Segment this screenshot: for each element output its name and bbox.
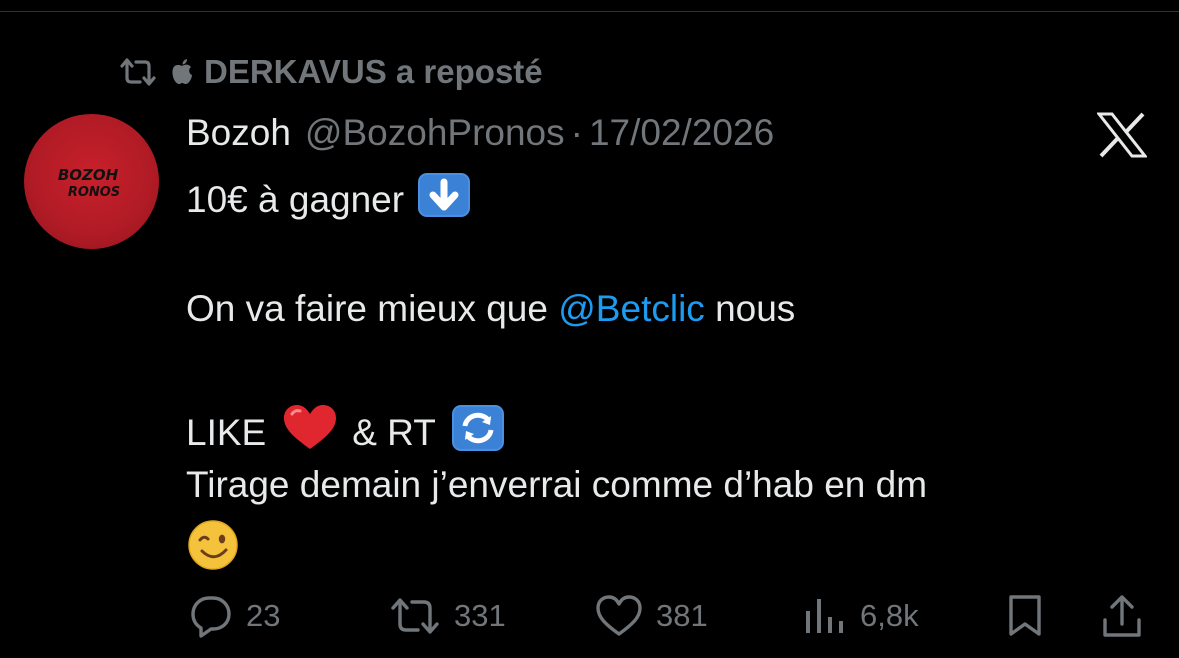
svg-text:BOZOH: BOZOH (58, 166, 119, 184)
tweet-line-3: LIKE & RT (186, 404, 506, 461)
view-count: 6,8k (860, 598, 919, 633)
mention-link[interactable]: @Betclic (558, 288, 705, 329)
tweet-line-1-text: 10€ à gagner (186, 178, 405, 220)
tweet-line-3-like: LIKE (186, 411, 267, 453)
repost-count: 331 (454, 598, 506, 633)
share-button[interactable] (1099, 588, 1157, 644)
x-logo-icon (1097, 112, 1147, 158)
tweet-line-1: 10€ à gagner (186, 172, 474, 227)
tweet-actions: 23 331 381 6,8k (0, 588, 1179, 644)
repost-button[interactable]: 331 (388, 588, 506, 644)
down-arrow-emoji (416, 172, 474, 227)
like-button[interactable]: 381 (594, 588, 708, 644)
bookmark-icon (1009, 595, 1041, 636)
like-count: 381 (656, 598, 708, 633)
counterclockwise-arrows-emoji (450, 404, 506, 461)
repost-label: DERKAVUS a reposté (204, 53, 543, 90)
tweet-date[interactable]: 17/02/2026 (589, 112, 774, 154)
top-divider (0, 11, 1179, 12)
tweet-line-2-pre: On va faire mieux que (186, 288, 559, 329)
tweet-header: Bozoh @BozohPronos · 17/02/2026 (186, 110, 774, 156)
avatar[interactable]: BOZOH RONOS (24, 114, 159, 249)
repost-context[interactable]: DERKAVUS a reposté (118, 52, 543, 92)
reply-button[interactable]: 23 (188, 588, 280, 644)
repost-icon (118, 57, 158, 87)
reply-icon (191, 596, 231, 638)
reply-count: 23 (246, 598, 281, 633)
share-icon (1103, 595, 1141, 637)
svg-text:RONOS: RONOS (68, 185, 120, 200)
tweet-line-2-post: nous (704, 288, 796, 329)
header-separator: · (570, 112, 583, 153)
tweet-line-3-rt: & RT (352, 411, 436, 453)
tweet-line-5 (186, 520, 240, 579)
winking-face-emoji (186, 520, 240, 579)
repost-action-icon (391, 598, 439, 634)
red-heart-emoji (282, 404, 338, 461)
apple-icon (170, 58, 194, 86)
heart-icon (596, 595, 642, 636)
tweet-line-4: Tirage demain j’enverrai comme d’hab en … (186, 464, 928, 505)
author-name[interactable]: Bozoh (186, 112, 291, 154)
views-button[interactable]: 6,8k (800, 588, 919, 644)
bookmark-button[interactable] (1004, 588, 1058, 644)
tweet-line-2: On va faire mieux que @Betclic nous (186, 288, 795, 330)
views-icon (806, 599, 843, 633)
avatar-logo: BOZOH RONOS (58, 166, 120, 200)
author-handle[interactable]: @BozohPronos (305, 112, 565, 154)
